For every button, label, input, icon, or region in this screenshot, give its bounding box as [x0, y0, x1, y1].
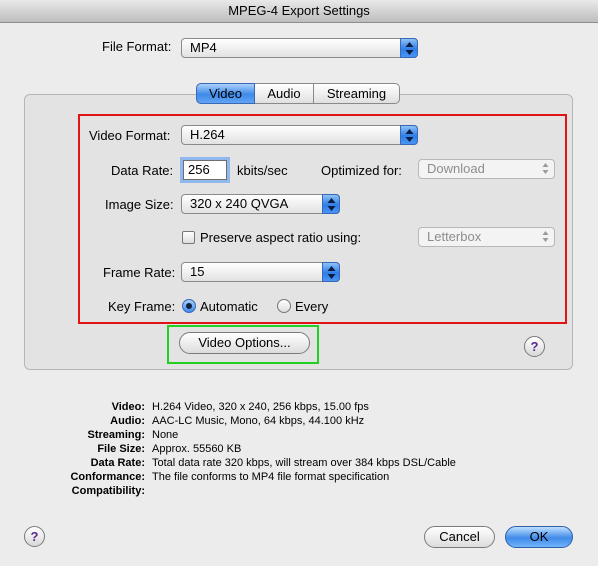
- window-title: MPEG-4 Export Settings: [228, 3, 370, 18]
- video-options-button[interactable]: Video Options...: [179, 332, 310, 354]
- file-format-value: MP4: [190, 40, 217, 55]
- summary-key: Conformance:: [70, 471, 145, 483]
- summary-key: File Size:: [97, 443, 145, 455]
- tab-video[interactable]: Video: [196, 83, 255, 104]
- summary-value: AAC-LC Music, Mono, 64 kbps, 44.100 kHz: [152, 415, 365, 427]
- ok-button[interactable]: OK: [505, 526, 573, 548]
- summary-key: Compatibility:: [71, 485, 145, 497]
- help-icon[interactable]: ?: [524, 336, 545, 357]
- tab-audio[interactable]: Audio: [255, 83, 314, 104]
- file-format-popup[interactable]: MP4: [181, 38, 418, 58]
- up-down-arrows-icon: [400, 38, 418, 58]
- summary-value: H.264 Video, 320 x 240, 256 kbps, 15.00 …: [152, 401, 369, 413]
- file-format-label: File Format:: [102, 39, 172, 54]
- summary-value: None: [152, 429, 179, 441]
- summary-key: Data Rate:: [90, 457, 145, 469]
- summary-key: Audio:: [110, 415, 145, 427]
- summary-value: The file conforms to MP4 file format spe…: [152, 471, 390, 483]
- summary-key: Streaming:: [87, 429, 145, 441]
- settings-tabs: Video Audio Streaming: [196, 83, 400, 104]
- summary-key: Video:: [111, 401, 145, 413]
- video-settings-highlight: [78, 114, 567, 324]
- tab-streaming[interactable]: Streaming: [314, 83, 400, 104]
- cancel-button[interactable]: Cancel: [424, 526, 495, 548]
- summary-value: Approx. 55560 KB: [152, 443, 242, 455]
- window-title-bar: MPEG-4 Export Settings: [0, 0, 598, 23]
- help-icon[interactable]: ?: [24, 526, 45, 547]
- summary-value: Total data rate 320 kbps, will stream ov…: [152, 457, 456, 469]
